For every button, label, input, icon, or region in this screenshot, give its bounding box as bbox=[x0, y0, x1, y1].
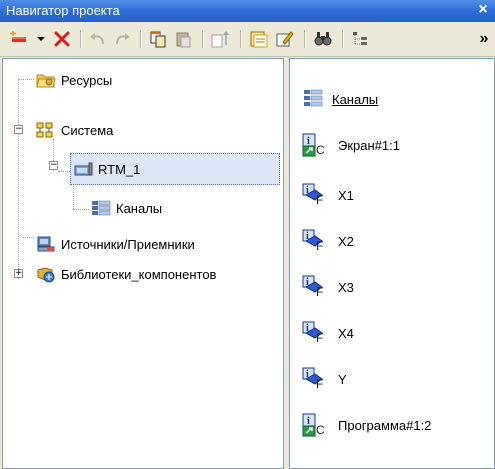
properties-icon bbox=[250, 31, 268, 48]
redo-button[interactable] bbox=[112, 29, 132, 49]
delete-icon bbox=[54, 31, 70, 47]
list-item-label: X4 bbox=[338, 325, 354, 341]
toolbar-separator bbox=[140, 30, 142, 48]
title-bar: Навигатор проекта × bbox=[0, 0, 495, 22]
undo-button[interactable] bbox=[88, 29, 108, 49]
copy-button[interactable] bbox=[148, 29, 168, 49]
list-item-label: Каналы bbox=[332, 91, 379, 107]
tree-connector bbox=[18, 79, 34, 80]
copy-icon bbox=[150, 31, 166, 48]
edit-icon bbox=[276, 31, 294, 47]
toolbar: » bbox=[0, 22, 495, 57]
toolbar-separator bbox=[304, 30, 306, 48]
sort-button[interactable] bbox=[210, 29, 232, 49]
list-item-screen[interactable]: i C Экран#1:1 bbox=[302, 133, 400, 157]
list-item-x1[interactable]: i F X1 bbox=[302, 183, 354, 207]
toolbar-separator bbox=[202, 30, 204, 48]
undo-icon bbox=[90, 33, 104, 45]
toolbar-separator bbox=[342, 30, 344, 48]
program-f-icon: i F bbox=[302, 275, 326, 299]
list-item-label: X2 bbox=[338, 233, 354, 249]
paste-button[interactable] bbox=[174, 29, 194, 49]
find-button[interactable] bbox=[312, 29, 334, 49]
tree-connector bbox=[73, 209, 89, 210]
delete-button[interactable] bbox=[52, 29, 72, 49]
redo-icon bbox=[116, 33, 130, 45]
program-c-icon: i C bbox=[302, 413, 326, 437]
toolbar-separator bbox=[80, 30, 82, 48]
tree-item-label: Ресурсы bbox=[61, 72, 113, 88]
dropdown-arrow-icon bbox=[37, 37, 45, 41]
list-item-y[interactable]: i F Y bbox=[302, 367, 347, 391]
list-item-label: X1 bbox=[338, 187, 354, 203]
program-type-letter: F bbox=[316, 285, 324, 299]
tree-view-icon bbox=[353, 32, 367, 45]
program-c-icon: i C bbox=[302, 133, 326, 157]
program-type-letter: F bbox=[316, 377, 324, 391]
new-item-dropdown[interactable] bbox=[36, 29, 46, 49]
tree-item-label: Система bbox=[61, 122, 114, 138]
list-item-x2[interactable]: i F X2 bbox=[302, 229, 354, 253]
program-type-letter: C bbox=[316, 143, 325, 157]
program-f-icon: i F bbox=[302, 321, 326, 345]
program-type-letter: F bbox=[316, 193, 324, 207]
tree-item-label: Библиотеки_компонентов bbox=[61, 266, 217, 282]
channels-icon bbox=[92, 200, 111, 216]
window-title: Навигатор проекта bbox=[6, 3, 120, 18]
properties-button[interactable] bbox=[248, 29, 270, 49]
program-type-letter: F bbox=[316, 331, 324, 345]
tree-item-label: Каналы bbox=[116, 200, 163, 216]
program-type-letter: C bbox=[316, 423, 325, 437]
expander-system[interactable]: − bbox=[14, 125, 23, 134]
sort-icon bbox=[211, 31, 229, 48]
find-icon bbox=[314, 32, 332, 46]
close-button[interactable]: × bbox=[475, 1, 491, 19]
tree-item-channels[interactable]: Каналы bbox=[91, 197, 162, 219]
tree-connector bbox=[23, 237, 34, 238]
list-item-x4[interactable]: i F X4 bbox=[302, 321, 354, 345]
contents-list[interactable]: Каналы i C Экран#1:1 i F X1 i F X2 i F X… bbox=[289, 58, 495, 469]
list-item-label: X3 bbox=[338, 279, 354, 295]
svg-text:i: i bbox=[307, 416, 310, 427]
more-icon: » bbox=[479, 30, 489, 47]
edit-button[interactable] bbox=[274, 29, 296, 49]
paste-icon bbox=[176, 32, 191, 48]
expander-libraries[interactable]: + bbox=[14, 269, 23, 278]
computer-icon bbox=[74, 162, 93, 176]
tree-connector bbox=[18, 79, 19, 279]
program-f-icon: i F bbox=[302, 229, 326, 253]
sources-icon bbox=[37, 236, 55, 252]
tree-item-label: RTM_1 bbox=[98, 161, 141, 177]
channels-icon bbox=[302, 87, 326, 111]
new-item-button[interactable] bbox=[8, 29, 34, 49]
list-item-x3[interactable]: i F X3 bbox=[302, 275, 354, 299]
list-item-label: Экран#1:1 bbox=[338, 137, 400, 153]
new-item-icon bbox=[10, 31, 26, 42]
list-item-label: Y bbox=[338, 371, 347, 387]
tree-item-sources[interactable]: Источники/Приемники bbox=[36, 233, 195, 255]
toolbar-separator bbox=[240, 30, 242, 48]
list-item-channels[interactable]: Каналы bbox=[302, 87, 378, 111]
tree-item-system[interactable]: Система bbox=[36, 119, 113, 141]
tree-view-button[interactable] bbox=[350, 29, 372, 49]
program-type-letter: F bbox=[316, 239, 324, 253]
network-icon bbox=[36, 122, 53, 138]
list-item-program[interactable]: i C Программа#1:2 bbox=[302, 413, 431, 437]
program-f-icon: i F bbox=[302, 183, 326, 207]
folder-icon bbox=[36, 74, 56, 88]
tree-item-resources[interactable]: Ресурсы bbox=[36, 69, 112, 91]
library-icon bbox=[37, 267, 55, 283]
more-button[interactable]: » bbox=[476, 29, 492, 49]
tree-item-libraries[interactable]: Библиотеки_компонентов bbox=[36, 263, 216, 285]
tree-item-label: Источники/Приемники bbox=[61, 236, 195, 252]
list-item-label: Программа#1:2 bbox=[338, 417, 432, 433]
tree-item-rtm[interactable]: RTM_1 bbox=[70, 153, 280, 185]
svg-text:i: i bbox=[307, 136, 310, 147]
project-tree[interactable]: − − + Ресурсы Система RTM_1 Каналы Источ… bbox=[2, 58, 284, 469]
expander-rtm[interactable]: − bbox=[49, 161, 58, 170]
program-f-icon: i F bbox=[302, 367, 326, 391]
